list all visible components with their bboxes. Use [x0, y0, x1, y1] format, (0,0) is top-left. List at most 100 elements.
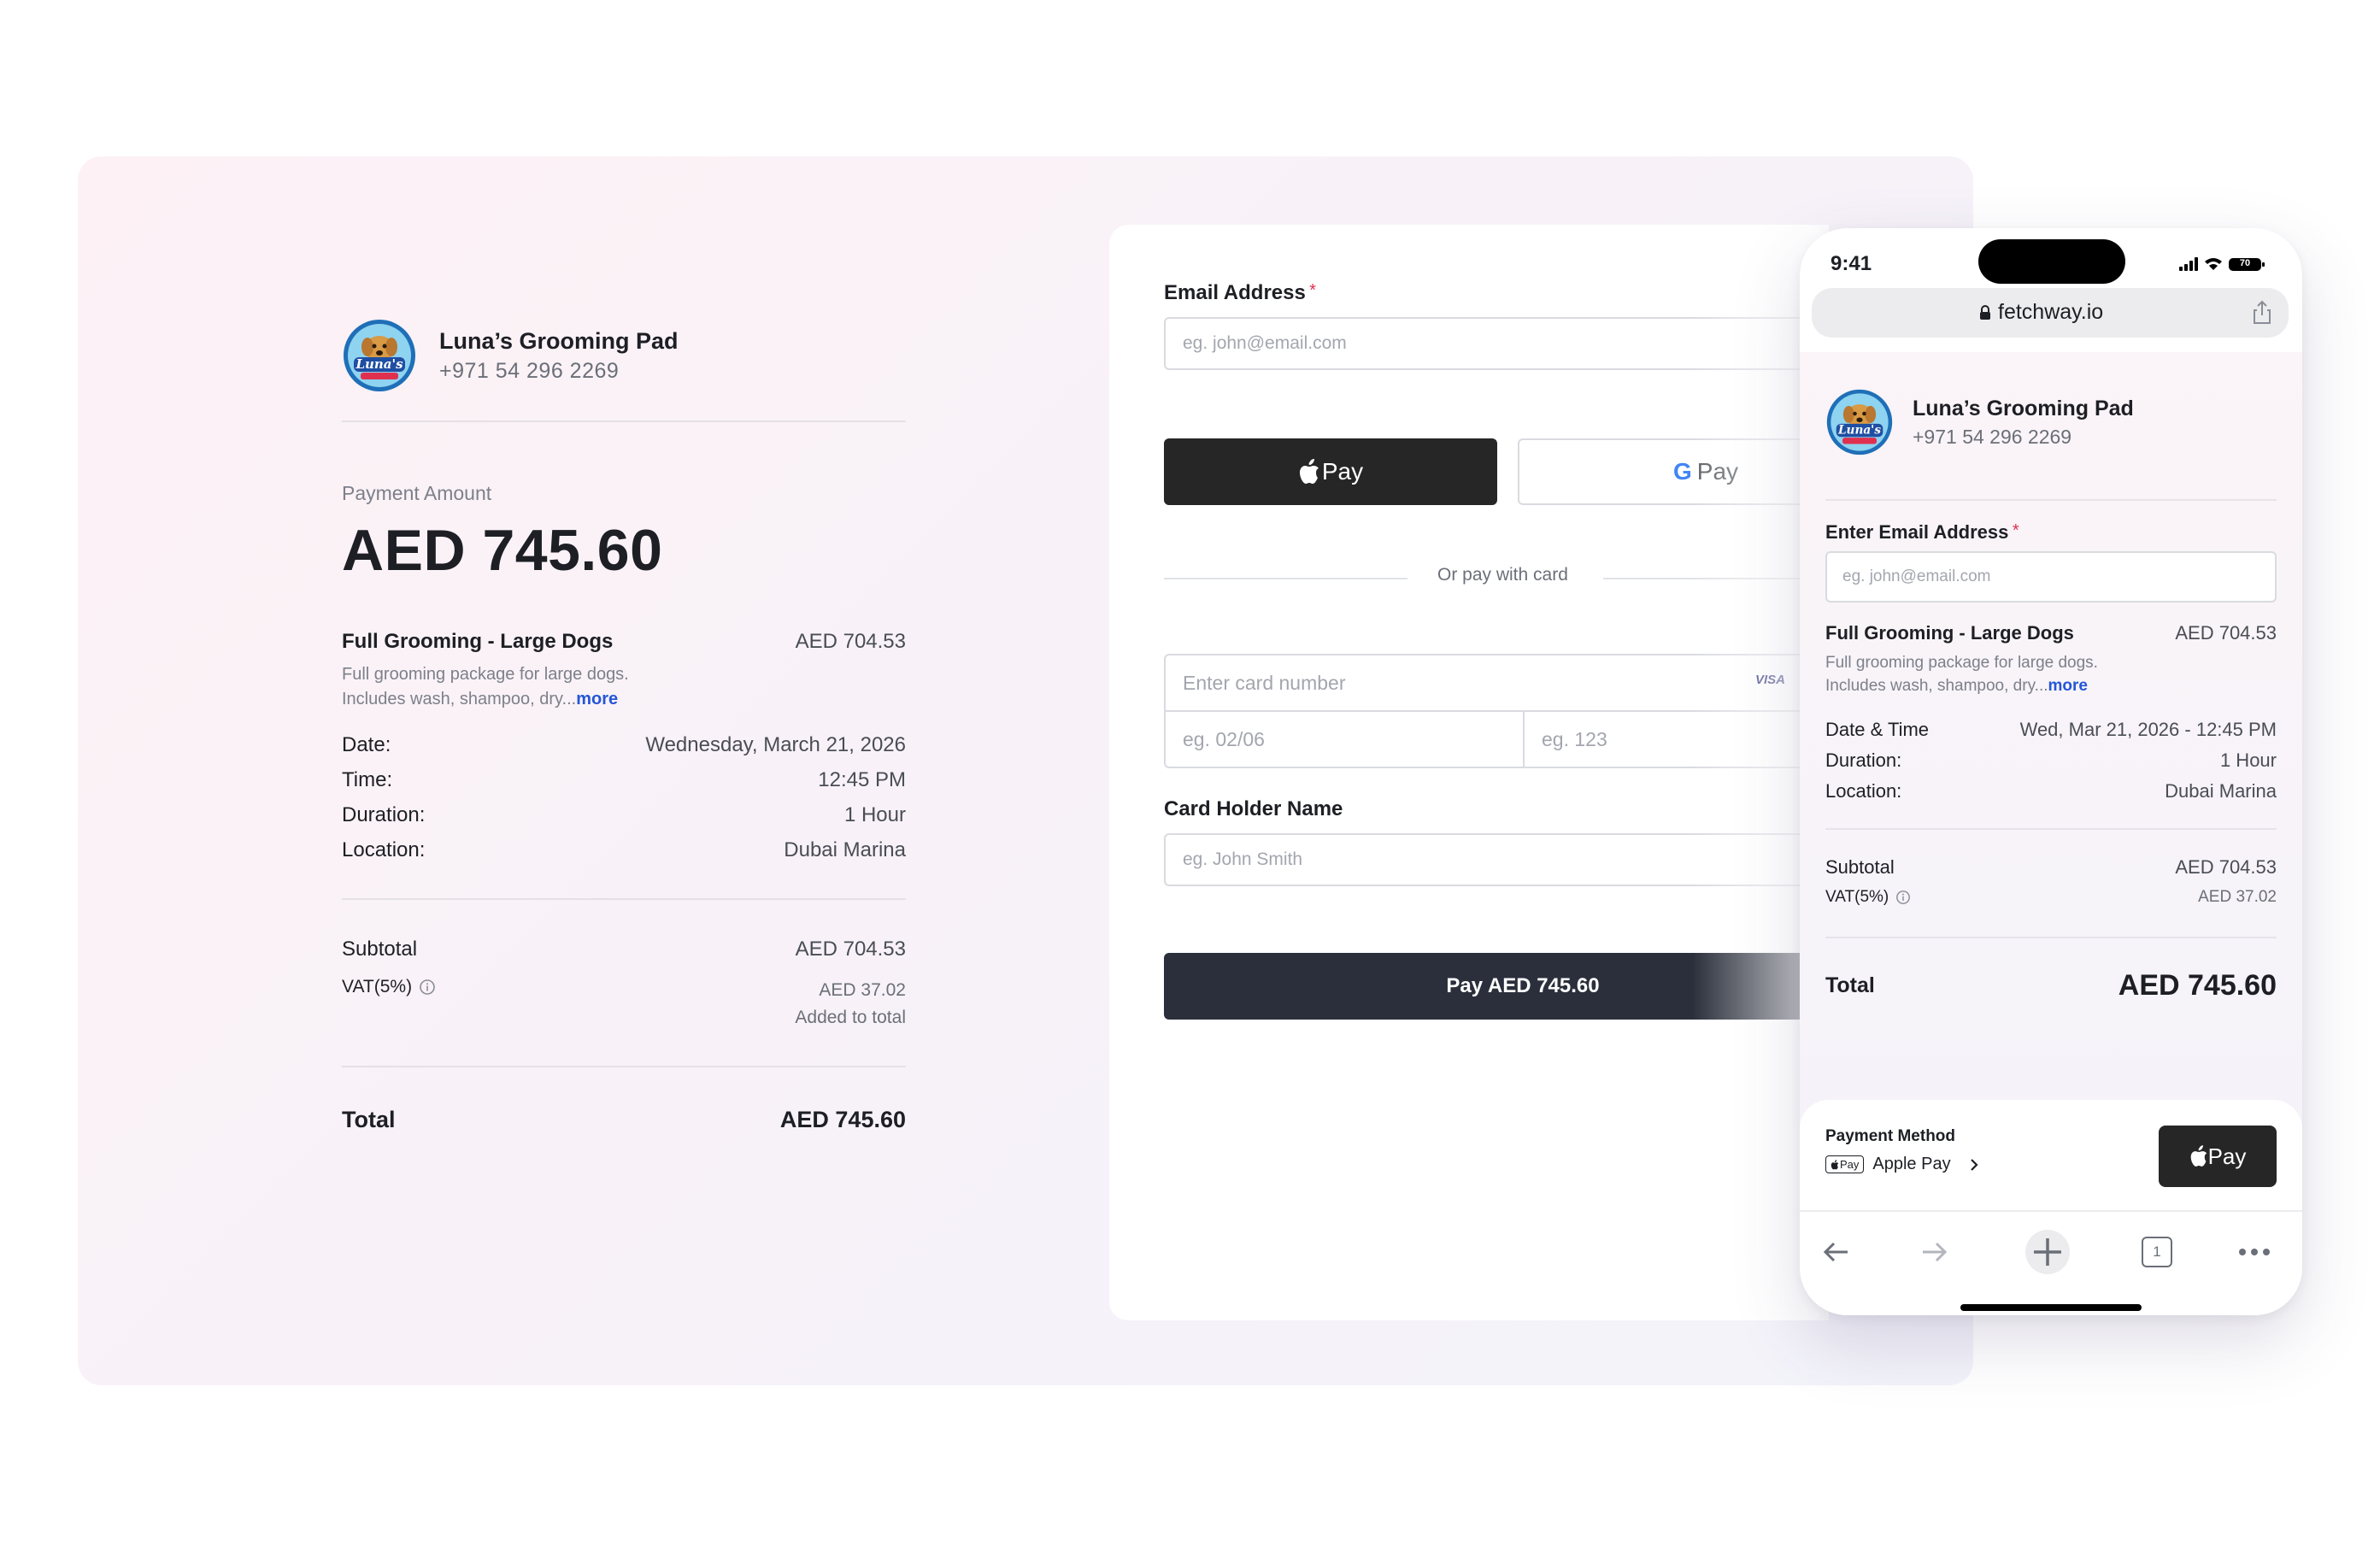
detail-value: 12:45 PM: [818, 768, 906, 791]
subtotal-row: Subtotal AED 704.53: [1825, 856, 2277, 879]
email-input[interactable]: eg. john@email.com: [1825, 551, 2277, 603]
merchant-logo: Luna's: [1826, 389, 1893, 456]
required-mark: *: [2012, 521, 2019, 540]
payment-method-label: Payment Method: [1825, 1127, 1956, 1145]
expiry-input[interactable]: eg. 02/06: [1166, 712, 1525, 767]
merchant-phone: +971 54 296 2269: [439, 359, 620, 383]
address-bar[interactable]: fetchway.io: [1812, 288, 2289, 338]
detail-label: Date:: [342, 733, 391, 756]
service-price: AED 704.53: [2175, 622, 2277, 644]
service-desc-text: Includes wash, shampoo, dry...: [342, 690, 577, 708]
info-icon[interactable]: [419, 979, 436, 996]
vat-label: VAT(5%): [1825, 888, 1889, 906]
visa-icon: VISA: [1755, 673, 1786, 687]
email-label-row: Email Address *: [1164, 281, 1827, 305]
vat-label-group: VAT(5%): [342, 977, 436, 997]
detail-value: 1 Hour: [843, 803, 906, 826]
divider: [342, 420, 906, 422]
subtotal-label: Subtotal: [342, 938, 418, 961]
detail-row: Time: 12:45 PM: [342, 762, 906, 797]
more-link[interactable]: more: [576, 690, 618, 708]
detail-label: Duration:: [1825, 749, 1902, 771]
divider: [1825, 937, 2277, 938]
google-pay-button[interactable]: G Pay: [1518, 438, 1827, 505]
detail-value: 1 Hour: [2219, 749, 2277, 771]
divider-line: [1164, 578, 1407, 579]
apple-pay-badge: Pay: [1825, 1155, 1865, 1173]
detail-label: Time:: [342, 768, 393, 791]
phone-email-label-row: Enter Email Address *: [1825, 521, 2019, 544]
vat-label-group: VAT(5%): [1825, 888, 1911, 907]
payment-method-value: Apple Pay: [1872, 1155, 1951, 1173]
status-time: 9:41: [1831, 252, 1872, 275]
detail-value: Dubai Marina: [784, 838, 906, 861]
tabs-icon[interactable]: 1: [2142, 1237, 2172, 1267]
info-icon[interactable]: [1895, 890, 1911, 905]
detail-label: Location:: [1825, 780, 1902, 802]
apple-pay-button[interactable]: Pay: [1164, 438, 1497, 505]
battery-level: 70: [2239, 258, 2251, 268]
back-icon[interactable]: [1819, 1237, 1853, 1267]
detail-row: Date & Time Wed, Mar 21, 2026 - 12:45 PM: [1825, 714, 2277, 745]
total-value: AED 745.60: [779, 1107, 906, 1132]
payment-amount: AED 745.60: [342, 518, 663, 583]
card-holder-label: Card Holder Name: [1164, 797, 1343, 820]
detail-label: Date & Time: [1825, 719, 1930, 740]
more-icon[interactable]: [2237, 1243, 2271, 1261]
service-price: AED 704.53: [795, 630, 906, 653]
payment-method-selector[interactable]: Pay Apple Pay: [1825, 1155, 1980, 1174]
total-row: Total AED 745.60: [1825, 969, 2277, 1002]
service-desc-line: Includes wash, shampoo, dry...more: [1825, 674, 2277, 697]
payment-form-card: Email Address * eg. john@email.com Pay G…: [1109, 225, 1827, 1320]
card-input-group: Enter card number VISA eg. 02/06 eg. 123: [1164, 654, 1827, 768]
divider: [342, 898, 906, 900]
vat-note: Added to total: [795, 1008, 906, 1027]
detail-row: Duration: 1 Hour: [342, 797, 906, 832]
apple-icon: [2190, 1145, 2207, 1167]
email-label: Email Address: [1164, 281, 1306, 304]
logo-text: Luna's: [355, 356, 403, 372]
new-tab-icon[interactable]: [2024, 1228, 2071, 1276]
or-divider: Or pay with card: [1164, 565, 1827, 591]
phone-details: Date & Time Wed, Mar 21, 2026 - 12:45 PM …: [1825, 714, 2277, 807]
booking-details: Date: Wednesday, March 21, 2026 Time: 12:4…: [342, 727, 906, 867]
merchant-name: Luna’s Grooming Pad: [439, 328, 679, 354]
lock-icon: [1980, 305, 1990, 320]
card-number-input[interactable]: Enter card number VISA: [1166, 655, 1827, 712]
email-label: Enter Email Address: [1825, 521, 2009, 543]
divider-line: [1603, 578, 1827, 579]
service-description: Full grooming package for large dogs. In…: [1825, 651, 2277, 697]
total-row: Total AED 745.60: [342, 1107, 906, 1133]
subtotal-value: AED 704.53: [795, 938, 906, 961]
divider: [1800, 1210, 2302, 1212]
service-description: Full grooming package for large dogs. In…: [342, 662, 906, 712]
google-g-icon: G: [1672, 458, 1692, 485]
phone-apple-pay-button[interactable]: Pay: [2159, 1126, 2277, 1187]
service-title: Full Grooming - Large Dogs: [342, 630, 614, 653]
logo-text: Luna's: [1837, 424, 1881, 438]
share-icon[interactable]: [2251, 300, 2273, 326]
service-desc-line: Full grooming package for large dogs.: [1825, 654, 2098, 672]
merchant-name: Luna’s Grooming Pad: [1913, 397, 2134, 420]
card-holder-input[interactable]: eg. John Smith: [1164, 833, 1827, 886]
pay-button-label: Pay AED 745.60: [1446, 974, 1600, 997]
detail-value: Dubai Marina: [2165, 780, 2277, 802]
phone-service: Full Grooming - Large Dogs AED 704.53 Fu…: [1825, 622, 2277, 697]
dynamic-island: [1978, 239, 2125, 284]
divider: [1825, 499, 2277, 501]
vat-value: AED 37.02: [2198, 888, 2277, 906]
pay-button[interactable]: Pay AED 745.60: [1164, 953, 1827, 1020]
url-text: fetchway.io: [1998, 300, 2104, 324]
cvc-input[interactable]: eg. 123: [1525, 712, 1827, 767]
service-desc-line: Includes wash, shampoo, dry...more: [342, 687, 906, 712]
payment-form: Email Address * eg. john@email.com Pay G…: [1164, 225, 1827, 1020]
vat-values: AED 37.02 Added to total: [795, 977, 906, 1032]
subtotal-row: Subtotal AED 704.53: [342, 938, 906, 961]
subtotal-value: AED 704.53: [2175, 856, 2277, 878]
forward-icon[interactable]: [1918, 1237, 1952, 1267]
email-input[interactable]: eg. john@email.com: [1164, 317, 1827, 370]
more-link[interactable]: more: [2048, 677, 2088, 695]
phone-mockup: 9:41 70 fetchway.io Luna's Luna’s Groomi…: [1800, 228, 2302, 1315]
detail-row: Location: Dubai Marina: [342, 832, 906, 867]
payment-amount-label: Payment Amount: [342, 482, 492, 504]
